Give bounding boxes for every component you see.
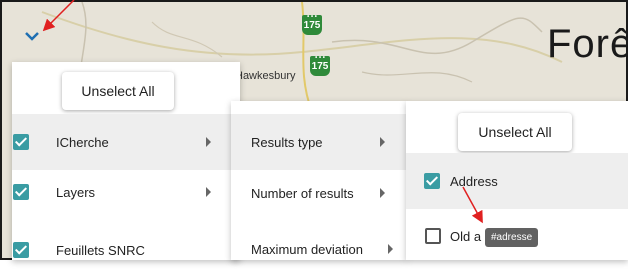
map-title: Forê <box>547 22 628 66</box>
highway-shield-1: 175 <box>302 13 322 35</box>
submenu-item-label: Number of results <box>251 185 354 201</box>
unselect-all-button[interactable]: Unselect All <box>458 113 572 151</box>
highway-shield-2: 175 <box>310 54 330 76</box>
chevron-down-icon <box>25 32 39 41</box>
caret-right-icon <box>380 188 385 198</box>
checkbox-checked-icon[interactable] <box>13 184 29 200</box>
icherche-submenu: Results type Number of results Maximum d… <box>231 101 407 260</box>
submenu-item-label: Results type <box>251 134 323 150</box>
menu-item-layers[interactable]: Layers <box>12 164 240 220</box>
checkbox-checked-icon[interactable] <box>13 134 29 150</box>
caret-right-icon <box>380 137 385 147</box>
caret-right-icon <box>206 187 211 197</box>
caret-right-icon <box>388 244 393 254</box>
submenu-item-maximum-deviation[interactable]: Maximum deviation <box>231 221 407 277</box>
unselect-all-button[interactable]: Unselect All <box>62 72 174 110</box>
menu-item-label: ICherche <box>56 134 109 150</box>
submenu-item-results-type[interactable]: Results type <box>231 114 407 170</box>
result-type-label: Address <box>450 173 498 189</box>
menu-item-label: Feuillets SNRC <box>56 242 145 258</box>
checkbox-checked-icon[interactable] <box>13 242 29 258</box>
checkbox-checked-icon[interactable] <box>424 173 440 189</box>
checkbox-unchecked-icon[interactable] <box>425 228 441 244</box>
town-label: Hawkesbury <box>235 70 296 82</box>
result-type-address[interactable]: Address <box>406 153 628 209</box>
options-menu: Unselect All ICherche Layers Feuillets S… <box>12 62 240 260</box>
menu-item-label: Layers <box>56 184 96 200</box>
caret-right-icon <box>206 137 211 147</box>
result-type-label: Old a <box>450 228 482 244</box>
menu-item-icherche[interactable]: ICherche <box>12 114 240 170</box>
submenu-item-label: Maximum deviation <box>251 241 363 257</box>
menu-item-feuillets-snrc[interactable]: Feuillets SNRC <box>12 222 240 278</box>
menu-toggle-button[interactable] <box>18 22 46 50</box>
submenu-item-number-of-results[interactable]: Number of results <box>231 165 407 221</box>
tooltip: #adresse <box>485 228 539 247</box>
